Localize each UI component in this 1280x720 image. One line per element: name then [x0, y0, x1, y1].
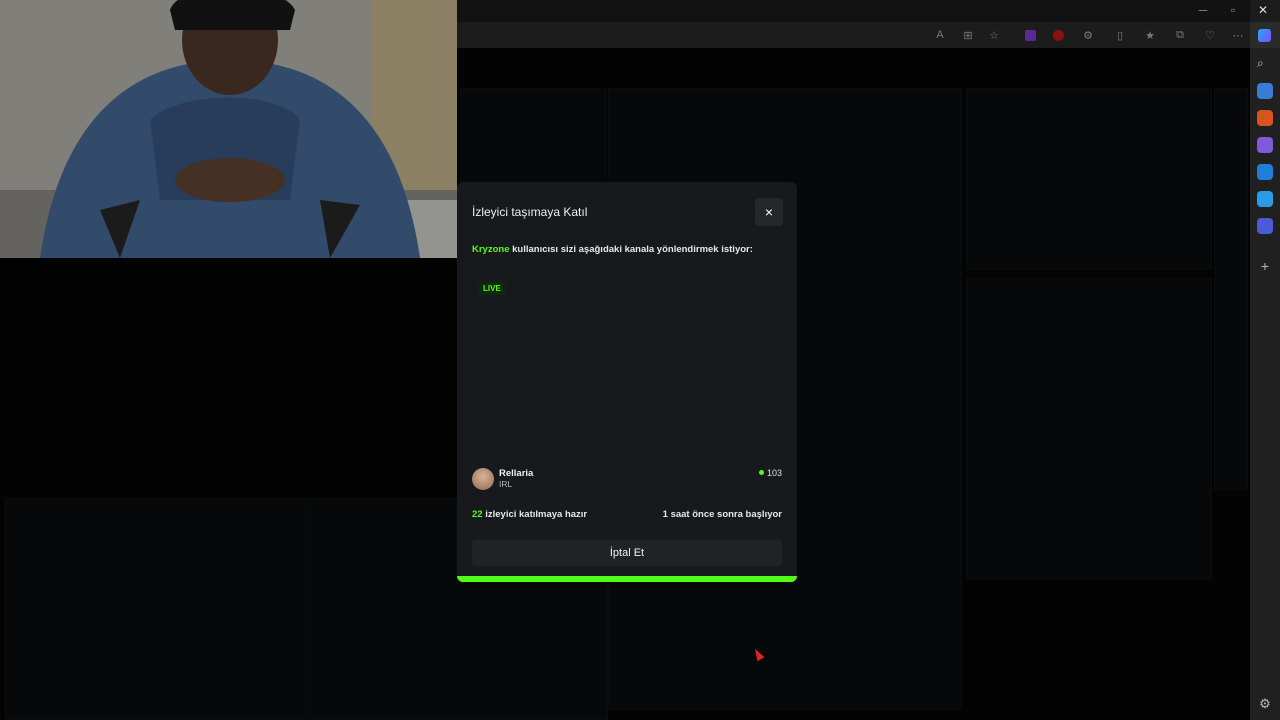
add-icon[interactable]: +: [1257, 258, 1273, 274]
start-time: 1 saat önce sonra başlıyor: [662, 509, 782, 520]
search-icon[interactable]: ⌕: [1257, 56, 1273, 72]
viewer-dot-icon: [758, 470, 764, 475]
settings-gear-icon[interactable]: ⚙: [1257, 696, 1273, 712]
modal-title: İzleyici taşımaya Katıl: [472, 205, 588, 219]
edge-sidebar: ⌕ + ⚙: [1250, 48, 1280, 720]
channel-category: IRL: [499, 479, 513, 489]
redirect-message-text: kullanıcısı sizi aşağıdaki kanala yönlen…: [509, 244, 753, 255]
ready-count: 22: [472, 509, 483, 520]
viewer-count: 103: [758, 468, 782, 478]
channel-name: Rellaria: [499, 468, 534, 479]
sidebar-app2-icon[interactable]: [1257, 218, 1273, 234]
raider-username[interactable]: Kryzone: [472, 244, 509, 255]
close-button[interactable]: ×: [755, 198, 783, 226]
viewer-count-value: 103: [766, 468, 782, 478]
live-badge: LIVE: [479, 282, 505, 295]
copilot-icon[interactable]: [1256, 27, 1272, 43]
avatar: [472, 468, 494, 490]
sidebar-tools-icon[interactable]: [1257, 110, 1273, 126]
close-icon: ×: [764, 204, 774, 220]
target-channel[interactable]: Rellaria IRL 103: [472, 468, 782, 492]
raid-join-modal: İzleyici taşımaya Katıl × Kryzone kullan…: [457, 182, 797, 582]
sidebar-app-icon[interactable]: [1257, 83, 1273, 99]
sidebar-outlook-icon[interactable]: [1257, 164, 1273, 180]
ready-viewers: 22 izleyici katılmaya hazır: [472, 509, 587, 520]
cancel-button[interactable]: İptal Et: [472, 540, 782, 566]
redirect-message: Kryzone kullanıcısı sizi aşağıdaki kanal…: [472, 244, 753, 255]
sidebar-telegram-icon[interactable]: [1257, 191, 1273, 207]
window-close-icon[interactable]: ✕: [1248, 3, 1278, 17]
countdown-progress-bar: [457, 576, 797, 582]
ready-text: izleyici katılmaya hazır: [482, 509, 588, 520]
sidebar-games-icon[interactable]: [1257, 137, 1273, 153]
